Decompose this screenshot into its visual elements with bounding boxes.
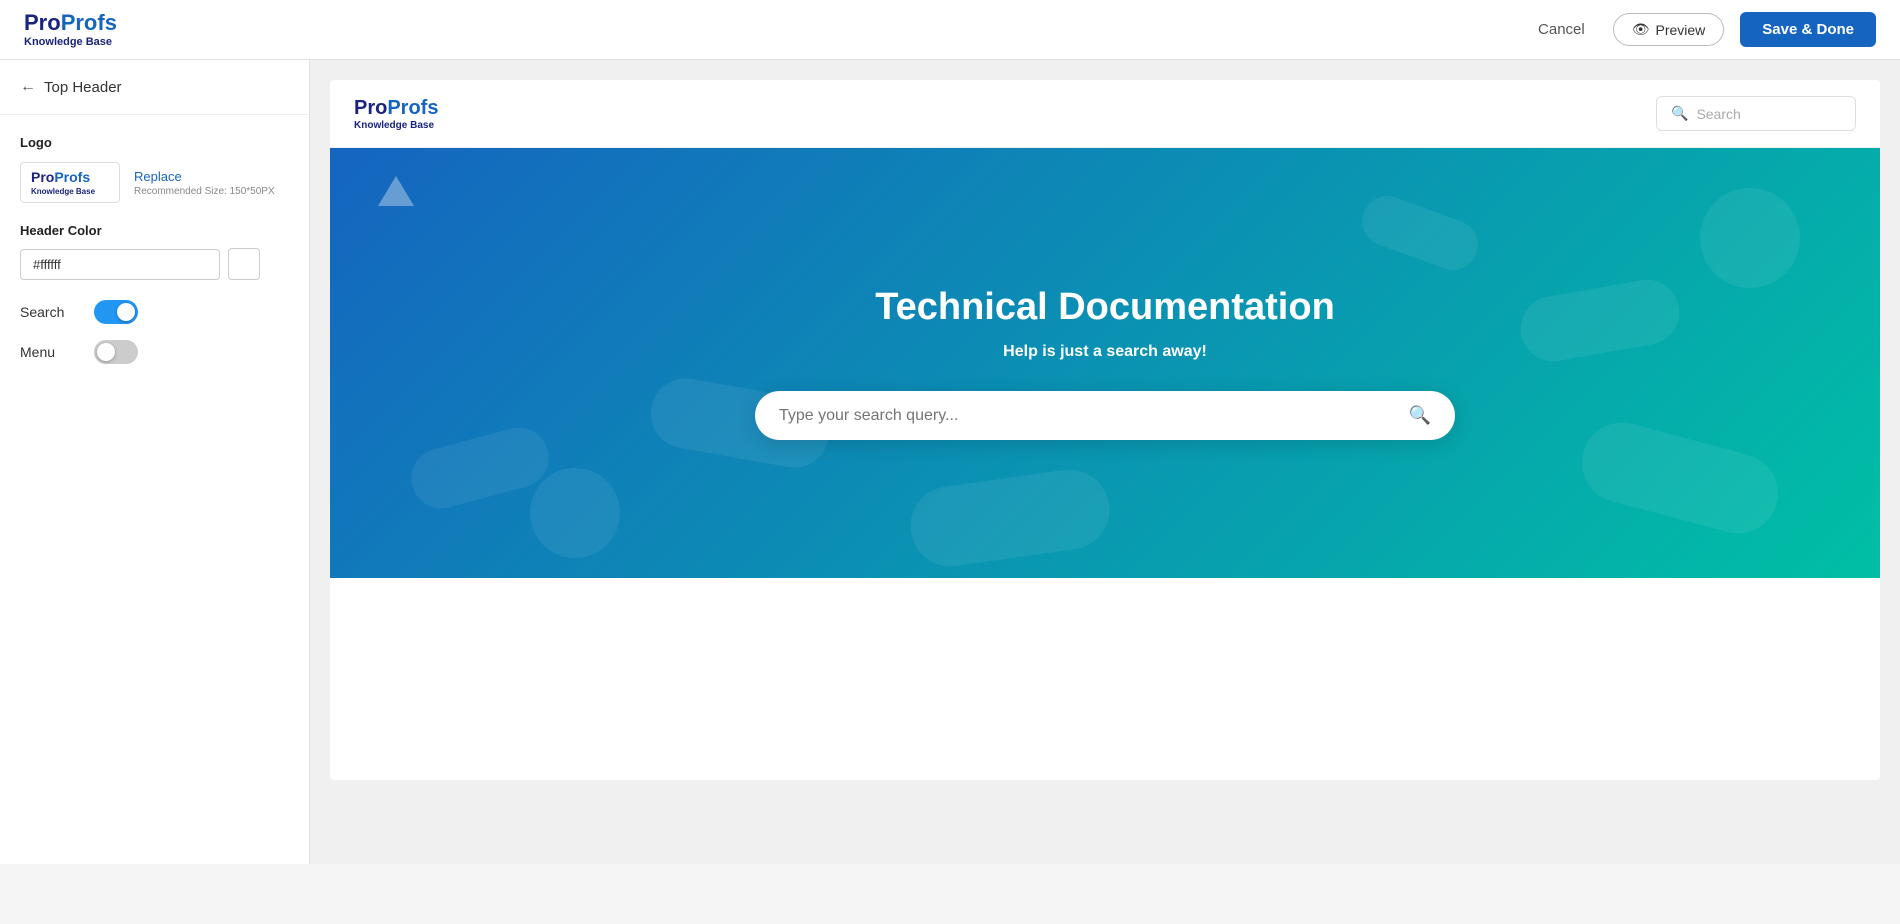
sidebar-logo-pro: Pro <box>31 169 54 185</box>
top-nav: ProProfs Knowledge Base Cancel 👁 Preview… <box>0 0 1900 60</box>
hero-search-bar[interactable]: 🔍 <box>755 391 1455 440</box>
sidebar-logo-tagline: Knowledge Base <box>31 187 109 196</box>
eye-icon: 👁 <box>1632 21 1650 38</box>
cancel-button[interactable]: Cancel <box>1526 13 1597 46</box>
logo-size-recommendation: Recommended Size: 150*50PX <box>134 186 275 197</box>
preview-logo-pro: Pro <box>354 97 387 119</box>
logo-tagline: Knowledge Base <box>24 36 117 48</box>
color-input-row <box>20 248 289 280</box>
search-toggle-row: Search <box>20 300 289 324</box>
menu-toggle[interactable] <box>94 340 138 364</box>
save-done-button[interactable]: Save & Done <box>1740 12 1876 47</box>
preview-area: ProProfs Knowledge Base 🔍 Search <box>310 60 1900 864</box>
sidebar-section-title: Top Header <box>44 79 122 96</box>
header-color-label: Header Color <box>20 223 289 238</box>
sidebar-content: Logo ProProfs Knowledge Base Replace Rec… <box>0 115 309 400</box>
menu-toggle-label: Menu <box>20 344 80 360</box>
app-logo: ProProfs Knowledge Base <box>24 11 117 47</box>
sidebar-logo-profs: Profs <box>54 169 90 185</box>
preview-logo-profs: Profs <box>387 97 438 119</box>
hero-search-input[interactable] <box>779 407 1409 425</box>
logo-section-label: Logo <box>20 135 289 150</box>
sidebar: ← Top Header Logo ProProfs Knowledge Bas… <box>0 60 310 864</box>
color-swatch[interactable] <box>228 248 260 280</box>
logo-profs: Profs <box>61 10 117 35</box>
shape-6 <box>1516 275 1685 367</box>
preview-search-placeholder: Search <box>1696 106 1740 122</box>
hero-title: Technical Documentation <box>875 286 1335 329</box>
menu-toggle-row: Menu <box>20 340 289 364</box>
logo-replace-area: Replace Recommended Size: 150*50PX <box>134 169 275 197</box>
shape-2 <box>530 468 620 558</box>
preview-button[interactable]: 👁 Preview <box>1613 13 1725 46</box>
shape-7 <box>1573 413 1787 542</box>
logo-preview-row: ProProfs Knowledge Base Replace Recommen… <box>20 162 289 203</box>
shape-5 <box>1355 189 1485 277</box>
shape-4 <box>905 464 1114 571</box>
search-icon: 🔍 <box>1671 105 1688 122</box>
main-layout: ← Top Header Logo ProProfs Knowledge Bas… <box>0 60 1900 864</box>
preview-search-box[interactable]: 🔍 Search <box>1656 96 1856 131</box>
top-nav-actions: Cancel 👁 Preview Save & Done <box>1526 12 1876 47</box>
triangle-decoration <box>378 176 414 206</box>
logo-preview-box: ProProfs Knowledge Base <box>20 162 120 203</box>
hero-subtitle: Help is just a search away! <box>1003 343 1207 361</box>
search-toggle[interactable] <box>94 300 138 324</box>
search-toggle-label: Search <box>20 304 80 320</box>
shape-8 <box>1700 188 1800 288</box>
sidebar-back-header[interactable]: ← Top Header <box>0 60 309 115</box>
preview-frame: ProProfs Knowledge Base 🔍 Search <box>330 80 1880 780</box>
header-color-input[interactable] <box>20 249 220 280</box>
preview-logo-tagline: Knowledge Base <box>354 120 438 131</box>
hero-search-icon: 🔍 <box>1409 405 1431 426</box>
replace-logo-link[interactable]: Replace <box>134 169 275 184</box>
hero-banner: Technical Documentation Help is just a s… <box>330 148 1880 578</box>
back-arrow-icon: ← <box>20 78 36 96</box>
preview-logo: ProProfs Knowledge Base <box>354 97 438 131</box>
logo-pro: Pro <box>24 10 61 35</box>
preview-header: ProProfs Knowledge Base 🔍 Search <box>330 80 1880 148</box>
